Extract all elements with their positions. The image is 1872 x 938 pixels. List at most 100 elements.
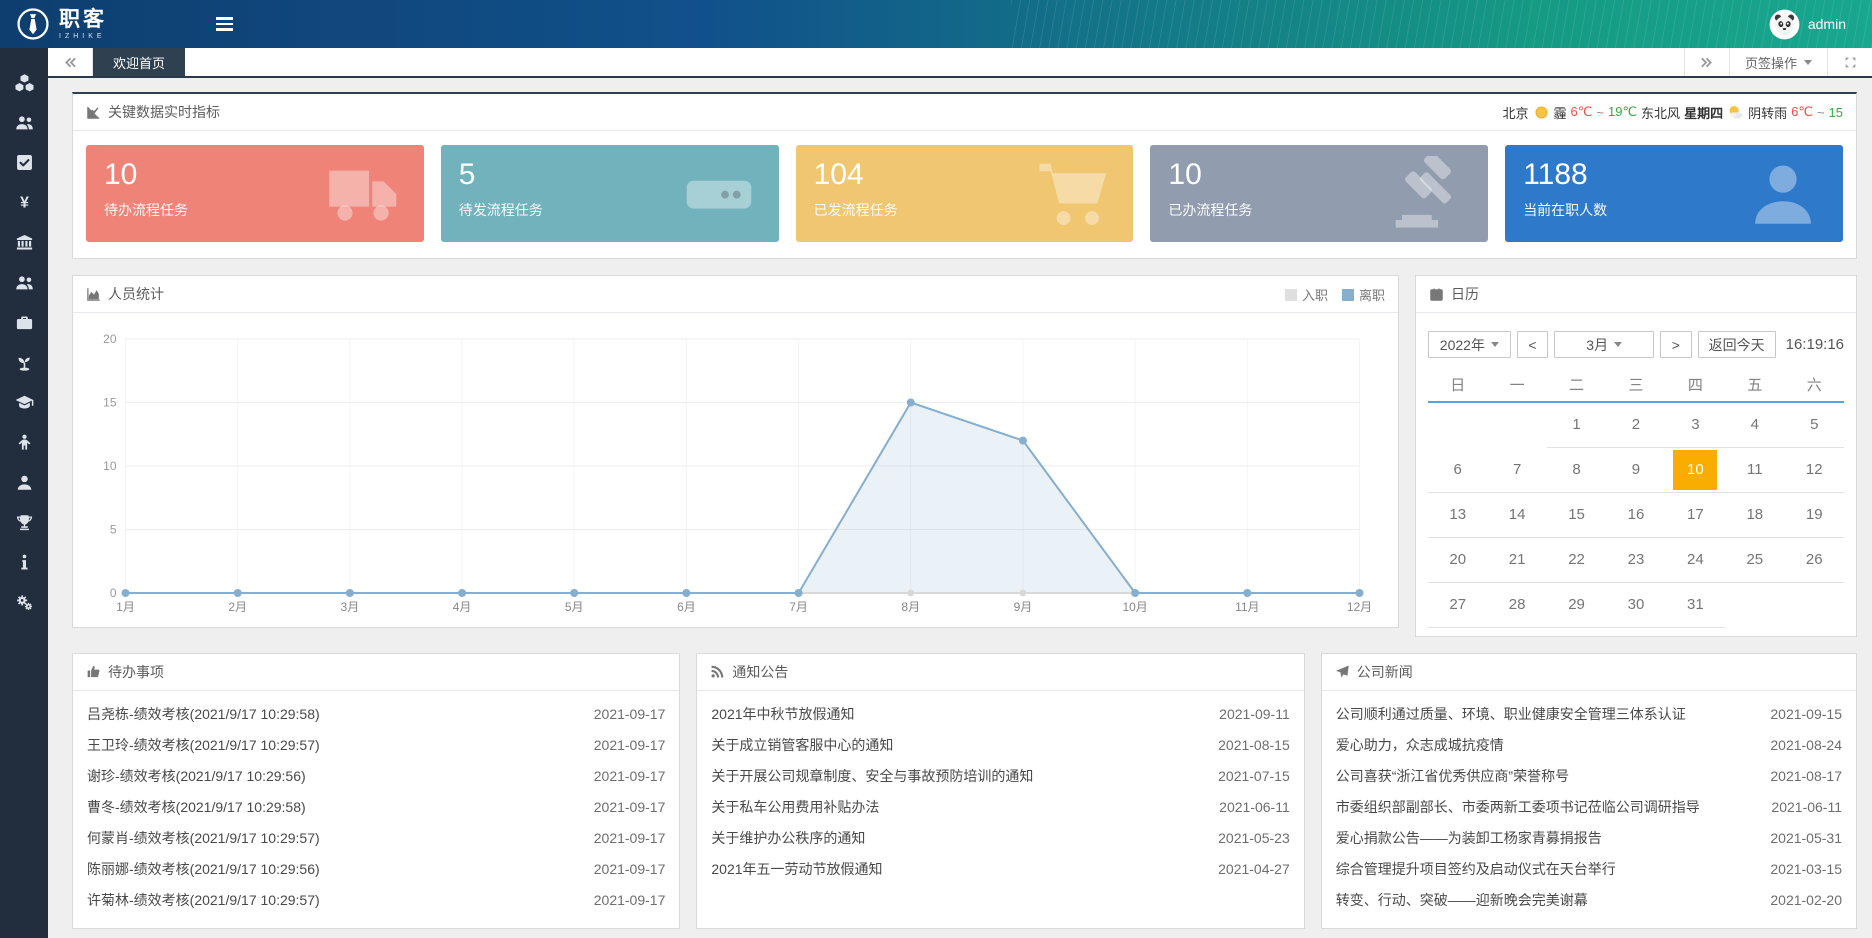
fullscreen-icon[interactable]: [1827, 48, 1872, 76]
calendar-day[interactable]: 15: [1547, 492, 1606, 537]
notice-item[interactable]: 关于开展公司规章制度、安全与事故预防培训的通知2021-07-15: [711, 761, 1289, 792]
today-button[interactable]: 返回今天: [1698, 331, 1776, 358]
news-item[interactable]: 公司喜获“浙江省优秀供应商”荣誉称号2021-08-17: [1336, 761, 1842, 792]
menu-toggle-icon[interactable]: [208, 9, 242, 39]
calendar-day[interactable]: 6: [1428, 447, 1487, 492]
stat-card-待办流程任务[interactable]: 10待办流程任务: [86, 145, 424, 242]
user-menu[interactable]: admin: [1769, 9, 1872, 40]
todo-item[interactable]: 曹冬-绩效考核(2021/9/17 10:29:58)2021-09-17: [87, 792, 665, 823]
sidebar-item-briefcase[interactable]: [0, 302, 48, 342]
todo-item[interactable]: 王卫玲-绩效考核(2021/9/17 10:29:57)2021-09-17: [87, 730, 665, 761]
sidebar-item-trophy[interactable]: [0, 502, 48, 542]
calendar-day[interactable]: 19: [1785, 492, 1844, 537]
legend-item-入职[interactable]: 入职: [1285, 285, 1328, 304]
calendar-day[interactable]: 29: [1547, 582, 1606, 627]
news-item[interactable]: 转变、行动、突破——迎新晚会完美谢幕2021-02-20: [1336, 885, 1842, 916]
calendar-day[interactable]: 1: [1547, 402, 1606, 447]
news-item[interactable]: 爱心捐款公告——为装卸工杨家青募捐报告2021-05-31: [1336, 823, 1842, 854]
notice-panel: 通知公告 2021年中秋节放假通知2021-09-11关于成立销管客服中心的通知…: [696, 653, 1304, 929]
sidebar-item-approval[interactable]: [0, 142, 48, 182]
calendar-day[interactable]: 24: [1666, 537, 1725, 582]
todo-item[interactable]: 陈丽娜-绩效考核(2021/9/17 10:29:56)2021-09-17: [87, 854, 665, 885]
svg-text:15: 15: [103, 396, 117, 410]
calendar-day[interactable]: 26: [1785, 537, 1844, 582]
calendar-day[interactable]: 3: [1666, 402, 1725, 447]
calendar-day[interactable]: 12: [1785, 447, 1844, 492]
notice-item[interactable]: 关于维护办公秩序的通知2021-05-23: [711, 823, 1289, 854]
calendar-day-selected[interactable]: 10: [1666, 447, 1725, 492]
news-list: 公司顺利通过质量、环境、职业健康安全管理三体系认证2021-09-15爱心助力，…: [1322, 691, 1856, 928]
calendar-day[interactable]: 5: [1785, 402, 1844, 447]
stat-card-待发流程任务[interactable]: 5待发流程任务: [441, 145, 779, 242]
notice-item[interactable]: 2021年五一劳动节放假通知2021-04-27: [711, 854, 1289, 885]
calendar-day[interactable]: 2: [1606, 402, 1665, 447]
tabs-scroll-right-icon[interactable]: [1684, 48, 1729, 76]
sidebar-item-staff[interactable]: [0, 262, 48, 302]
calendar-day[interactable]: 17: [1666, 492, 1725, 537]
calendar-day[interactable]: 27: [1428, 582, 1487, 627]
prev-month-button[interactable]: <: [1517, 331, 1549, 358]
item-title: 爱心助力，众志成城抗疫情: [1336, 735, 1516, 755]
year-select[interactable]: 2022年: [1428, 331, 1511, 358]
next-month-button[interactable]: >: [1660, 331, 1692, 358]
sidebar-item-cubes[interactable]: [0, 62, 48, 102]
stat-card-已办流程任务[interactable]: 10已办流程任务: [1150, 145, 1488, 242]
caret-down-icon: [1804, 60, 1812, 65]
notice-item[interactable]: 关于成立销管客服中心的通知2021-08-15: [711, 730, 1289, 761]
calendar-day[interactable]: 7: [1487, 447, 1546, 492]
calendar-day[interactable]: 13: [1428, 492, 1487, 537]
svg-text:11月: 11月: [1235, 600, 1259, 614]
legend-item-离职[interactable]: 离职: [1342, 285, 1385, 304]
sidebar-item-team[interactable]: [0, 102, 48, 142]
calendar-day[interactable]: 28: [1487, 582, 1546, 627]
calendar-day[interactable]: 14: [1487, 492, 1546, 537]
todo-item[interactable]: 吕尧栋-绩效考核(2021/9/17 10:29:58)2021-09-17: [87, 699, 665, 730]
caret-down-icon: [1491, 342, 1499, 347]
logo-text: 职客: [59, 9, 107, 30]
news-item[interactable]: 综合管理提升项目签约及启动仪式在天台举行2021-03-15: [1336, 854, 1842, 885]
sidebar-item-child[interactable]: [0, 422, 48, 462]
sidebar-item-bank[interactable]: [0, 222, 48, 262]
tabs-scroll-left-icon[interactable]: [48, 48, 93, 76]
calendar-day[interactable]: 21: [1487, 537, 1546, 582]
weather-high-next: 15: [1829, 105, 1843, 120]
sidebar-item-salary[interactable]: ¥: [0, 182, 48, 222]
calendar-day[interactable]: 18: [1725, 492, 1784, 537]
todo-item[interactable]: 何蒙肖-绩效考核(2021/9/17 10:29:57)2021-09-17: [87, 823, 665, 854]
stat-card-当前在职人数[interactable]: 1188当前在职人数: [1505, 145, 1843, 242]
news-item[interactable]: 市委组织部副部长、市委两新工委项书记莅临公司调研指导2021-06-11: [1336, 792, 1842, 823]
calendar-day[interactable]: 8: [1547, 447, 1606, 492]
sidebar-item-seedling[interactable]: [0, 342, 48, 382]
todo-item[interactable]: 许菊林-绩效考核(2021/9/17 10:29:57)2021-09-17: [87, 885, 665, 916]
calendar-day[interactable]: 11: [1725, 447, 1784, 492]
calendar-day[interactable]: 25: [1725, 537, 1784, 582]
news-item[interactable]: 公司顺利通过质量、环境、职业健康安全管理三体系认证2021-09-15: [1336, 699, 1842, 730]
calendar-day[interactable]: 23: [1606, 537, 1665, 582]
sidebar-item-settings[interactable]: [0, 582, 48, 622]
tab-bar: 欢迎首页 页签操作: [48, 48, 1872, 78]
sidebar-item-user[interactable]: [0, 462, 48, 502]
weather-low-today: 6℃: [1571, 104, 1593, 120]
sidebar-item-info[interactable]: [0, 542, 48, 582]
calendar-day[interactable]: 9: [1606, 447, 1665, 492]
calendar-day[interactable]: 22: [1547, 537, 1606, 582]
calendar-day[interactable]: 20: [1428, 537, 1487, 582]
notice-item[interactable]: 2021年中秋节放假通知2021-09-11: [711, 699, 1289, 730]
todo-title: 待办事项: [108, 662, 164, 682]
calendar-day[interactable]: 4: [1725, 402, 1784, 447]
calendar-grid: 日一二三四五六123456789101112131415161718192021…: [1428, 368, 1844, 628]
news-item[interactable]: 爱心助力，众志成城抗疫情2021-08-24: [1336, 730, 1842, 761]
tab-home[interactable]: 欢迎首页: [93, 48, 185, 76]
area-chart-icon: [86, 287, 101, 302]
notice-item[interactable]: 关于私车公用费用补贴办法2021-06-11: [711, 792, 1289, 823]
tab-actions-dropdown[interactable]: 页签操作: [1729, 48, 1827, 76]
stat-card-已发流程任务[interactable]: 104已发流程任务: [796, 145, 1134, 242]
seedling-icon: [15, 353, 34, 372]
todo-item[interactable]: 谢珍-绩效考核(2021/9/17 10:29:56)2021-09-17: [87, 761, 665, 792]
calendar-day[interactable]: 16: [1606, 492, 1665, 537]
truck-icon: [326, 156, 402, 232]
month-select[interactable]: 3月: [1554, 331, 1654, 358]
sidebar-item-training[interactable]: [0, 382, 48, 422]
calendar-day[interactable]: 30: [1606, 582, 1665, 627]
calendar-day[interactable]: 31: [1666, 582, 1725, 627]
